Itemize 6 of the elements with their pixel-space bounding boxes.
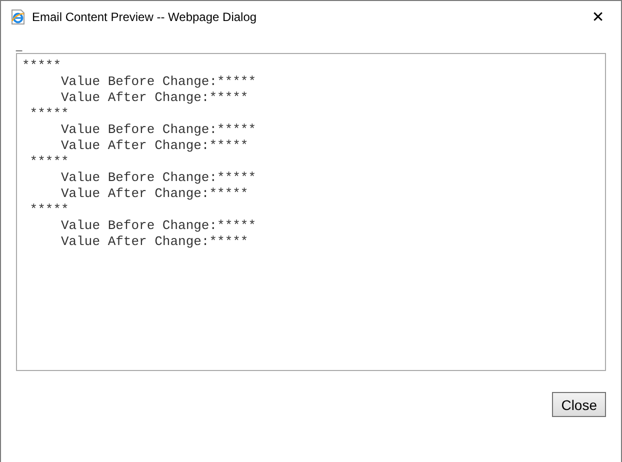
window-title: Email Content Preview -- Webpage Dialog	[32, 10, 258, 24]
content-textarea[interactable]: ***** Value Before Change:***** Value After Change:***** ***** Value Before Change:***** Value After Change:***** ***** Value Before Change:***** Value After Change:***** ***** Value Before Change:***** Value After Change:*****	[16, 53, 606, 371]
close-button[interactable]: Close	[552, 392, 606, 417]
close-button[interactable]: ✕	[575, 1, 621, 32]
browser-icon	[10, 8, 26, 24]
marker-text: _	[16, 40, 22, 52]
